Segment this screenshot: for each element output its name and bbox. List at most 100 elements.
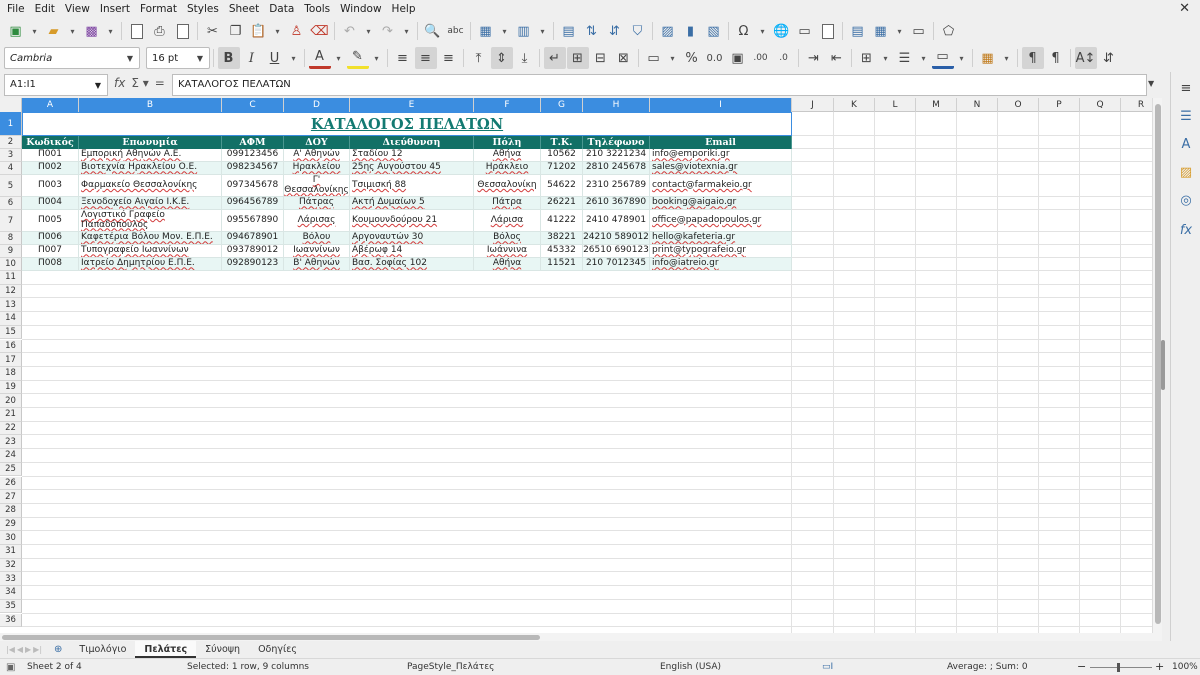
right-to-left-icon[interactable]: ¶ xyxy=(1045,47,1067,69)
row-header-11[interactable]: 11 xyxy=(0,271,22,285)
undo-icon[interactable]: ↶ xyxy=(339,20,361,42)
underline-dropdown-arrow[interactable]: ▾ xyxy=(287,47,301,69)
table-cell[interactable]: Ηράκλειο xyxy=(474,162,541,175)
print-preview-icon[interactable] xyxy=(172,20,194,42)
column-header-k[interactable]: K xyxy=(834,98,875,112)
table-cell[interactable]: 2310 256789 xyxy=(583,175,650,197)
text-direction-ltr-icon[interactable]: A↕ xyxy=(1074,47,1097,69)
scrollbar-thumb[interactable] xyxy=(2,635,540,640)
align-left-icon[interactable]: ≡ xyxy=(392,47,414,69)
row-header-2[interactable]: 2 xyxy=(0,136,22,149)
bold-icon[interactable]: B xyxy=(217,47,240,69)
table-cell[interactable]: sales@viotexnia.gr xyxy=(650,162,792,175)
menu-item-tools[interactable]: Tools xyxy=(299,0,335,18)
sum-status[interactable]: Average: ; Sum: 0 xyxy=(947,662,1028,672)
special-character-dropdown-arrow[interactable]: ▾ xyxy=(756,20,770,42)
table-cell[interactable]: Λογιστικό Γραφείο Παπαδόπουλος xyxy=(79,210,222,232)
table-cell[interactable]: Ακτή Δυμαίων 5 xyxy=(350,197,474,210)
table-cell[interactable]: Ιωάννινα xyxy=(474,245,541,258)
header-cell[interactable]: Πόλη xyxy=(474,136,541,149)
table-cell[interactable]: print@typografeio.gr xyxy=(650,245,792,258)
table-cell[interactable]: Π001 xyxy=(22,149,79,162)
table-cell[interactable]: 2410 478901 xyxy=(583,210,650,232)
table-cell[interactable]: 096456789 xyxy=(222,197,284,210)
function-wizard-icon[interactable]: fx xyxy=(114,76,125,90)
row-header-31[interactable]: 31 xyxy=(0,545,22,559)
define-range-icon[interactable]: ▤ xyxy=(558,20,580,42)
row-header-18[interactable]: 18 xyxy=(0,366,22,381)
table-cell[interactable]: Λάρισας xyxy=(284,210,350,232)
sum-icon[interactable]: Σ ▾ xyxy=(131,76,148,90)
clear-formatting-icon[interactable]: ⌫ xyxy=(309,20,331,42)
row-header-30[interactable]: 30 xyxy=(0,531,22,545)
column-header-g[interactable]: G xyxy=(541,98,583,112)
export-pdf-icon[interactable] xyxy=(126,20,148,42)
table-cell[interactable]: 26221 xyxy=(541,197,583,210)
new-document-icon[interactable]: ▣ xyxy=(5,20,27,42)
row-header-6[interactable]: 6 xyxy=(0,197,22,210)
chevron-down-icon[interactable]: ▼ xyxy=(89,75,107,95)
table-cell[interactable]: Αβέρωφ 14 xyxy=(350,245,474,258)
spreadsheet-grid[interactable]: ABCDEFGHIJKLMNOPQR 1 2 3 4 5 6 7 8 9 10 11 12 13 14 15… xyxy=(0,98,1162,633)
formula-input[interactable]: ΚΑΤΑΛΟΓΟΣ ΠΕΛΑΤΩΝ xyxy=(172,74,1147,96)
table-cell[interactable]: 098234567 xyxy=(222,162,284,175)
table-cell[interactable]: contact@farmakeio.gr xyxy=(650,175,792,197)
table-cell[interactable]: Π002 xyxy=(22,162,79,175)
table-cell[interactable]: Αργοναυτών 30 xyxy=(350,232,474,245)
title-cell-merged[interactable]: ΚΑΤΑΛΟΓΟΣ ΠΕΛΑΤΩΝ xyxy=(22,112,792,136)
table-cell[interactable]: Σταδίου 12 xyxy=(350,149,474,162)
add-sheet-icon[interactable]: ⊕ xyxy=(54,644,62,655)
left-to-right-icon[interactable]: ¶ xyxy=(1021,47,1044,69)
border-color-dropdown-arrow[interactable]: ▾ xyxy=(955,47,969,69)
menu-item-window[interactable]: Window xyxy=(335,0,386,18)
next-sheet-icon[interactable]: ▶ xyxy=(25,645,31,654)
table-cell[interactable]: 210 7012345 xyxy=(583,258,650,271)
table-cell[interactable]: info@iatreio.gr xyxy=(650,258,792,271)
paste-dropdown-arrow[interactable]: ▾ xyxy=(271,20,285,42)
cut-icon[interactable]: ✂ xyxy=(202,20,224,42)
add-decimal-icon[interactable]: .00 xyxy=(750,47,772,69)
table-cell[interactable]: 45332 xyxy=(541,245,583,258)
table-cell[interactable]: 24210 589012 xyxy=(583,232,650,245)
table-cell[interactable]: 095567890 xyxy=(222,210,284,232)
insert-image-icon[interactable]: ▨ xyxy=(657,20,679,42)
document-modified-icon[interactable]: ▣ xyxy=(6,662,15,673)
table-cell[interactable]: 10562 xyxy=(541,149,583,162)
menu-item-file[interactable]: File xyxy=(2,0,30,18)
delete-decimal-icon[interactable]: .0 xyxy=(773,47,795,69)
table-cell[interactable]: Βασ. Σοφίας 102 xyxy=(350,258,474,271)
paste-icon[interactable]: 📋 xyxy=(248,20,270,42)
sheet-tab[interactable]: Σύνοψη xyxy=(196,641,249,658)
zoom-out-icon[interactable]: − xyxy=(1077,660,1086,673)
row-header-4[interactable]: 4 xyxy=(0,162,22,175)
name-box[interactable]: A1:I1 ▼ xyxy=(4,74,108,96)
align-middle-icon[interactable]: ⇕ xyxy=(490,47,513,69)
cell-area[interactable]: ΚΑΤΑΛΟΓΟΣ ΠΕΛΑΤΩΝ Κωδικός Επωνυμία ΑΦΜ ΔΟΥ Δ… xyxy=(22,112,1162,633)
column-header-b[interactable]: B xyxy=(79,98,222,112)
menu-item-styles[interactable]: Styles xyxy=(182,0,224,18)
table-cell[interactable]: Ιατρείο Δημητρίου Ε.Π.Ε. xyxy=(79,258,222,271)
zoom-level[interactable]: 100% xyxy=(1172,662,1198,672)
row-header-8[interactable]: 8 xyxy=(0,232,22,245)
chevron-down-icon[interactable]: ▼ xyxy=(121,48,139,68)
row-header-9[interactable]: 9 xyxy=(0,245,22,258)
table-cell[interactable]: 097345678 xyxy=(222,175,284,197)
table-cell[interactable]: Βιοτεχνία Ηρακλείου Ο.Ε. xyxy=(79,162,222,175)
align-bottom-icon[interactable]: ⤓ xyxy=(514,47,536,69)
row-header-34[interactable]: 34 xyxy=(0,586,22,600)
table-cell[interactable]: Αθήνα xyxy=(474,258,541,271)
sheet-tab[interactable]: Τιμολόγιο xyxy=(70,641,135,658)
row-header-29[interactable]: 29 xyxy=(0,517,22,532)
table-cell[interactable]: 71202 xyxy=(541,162,583,175)
row-header-28[interactable]: 28 xyxy=(0,503,22,518)
language[interactable]: English (USA) xyxy=(660,662,721,672)
select-all-corner[interactable] xyxy=(0,98,22,112)
row-icon[interactable]: ▦ xyxy=(475,20,497,42)
hamburger-menu-icon[interactable]: ≡ xyxy=(1176,78,1196,98)
table-cell[interactable]: Πάτρα xyxy=(474,197,541,210)
undo-dropdown-arrow[interactable]: ▾ xyxy=(362,20,376,42)
table-cell[interactable]: 099123456 xyxy=(222,149,284,162)
table-cell[interactable]: Β' Αθηνών xyxy=(284,258,350,271)
unmerge-cells-icon[interactable]: ⊠ xyxy=(613,47,635,69)
zoom-in-icon[interactable]: + xyxy=(1155,660,1164,673)
